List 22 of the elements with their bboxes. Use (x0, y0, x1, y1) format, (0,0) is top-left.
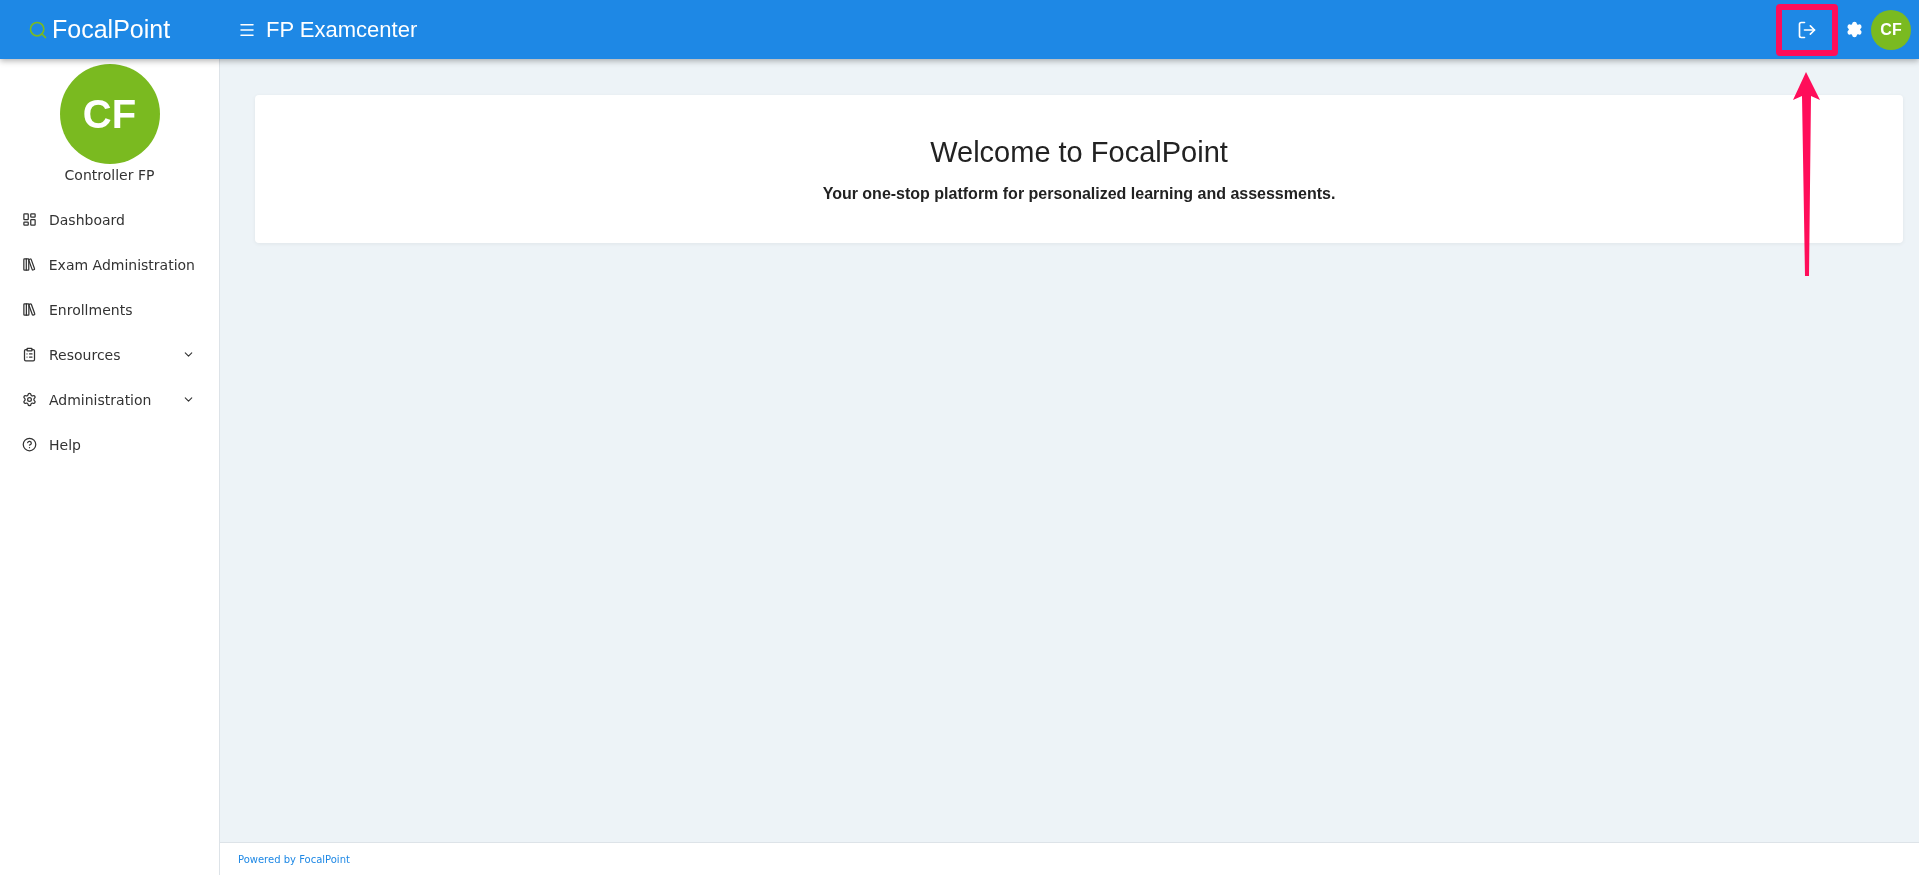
profile-avatar: CF (59, 64, 160, 164)
welcome-subtitle: Your one-stop platform for personalized learning and assessments. (822, 184, 1336, 203)
footer-link[interactable]: Powered by FocalPoint (238, 853, 350, 865)
gear-icon (22, 392, 37, 407)
nav-item[interactable]: Administration (0, 377, 219, 422)
settings-icon (1846, 21, 1863, 38)
nav-item[interactable]: Resources (0, 332, 219, 377)
help-icon (22, 437, 37, 452)
magnifier-icon (28, 19, 48, 40)
nav-item[interactable]: Enrollments (0, 287, 219, 332)
app-logo: FocalPoint (52, 15, 171, 44)
welcome-title: Welcome to FocalPoint (930, 135, 1228, 169)
clipboard-icon (22, 347, 37, 362)
page-title: FP Examcenter (266, 16, 418, 43)
nav-item[interactable]: Help (0, 422, 219, 467)
dashboard-icon (22, 212, 37, 227)
user-name: Controller FP (64, 167, 155, 183)
library-icon (22, 302, 37, 317)
logout-icon (1797, 19, 1817, 40)
library-icon (22, 257, 37, 272)
nav-item[interactable]: Exam Administration (0, 242, 219, 287)
nav-item[interactable]: Dashboard (0, 197, 219, 242)
